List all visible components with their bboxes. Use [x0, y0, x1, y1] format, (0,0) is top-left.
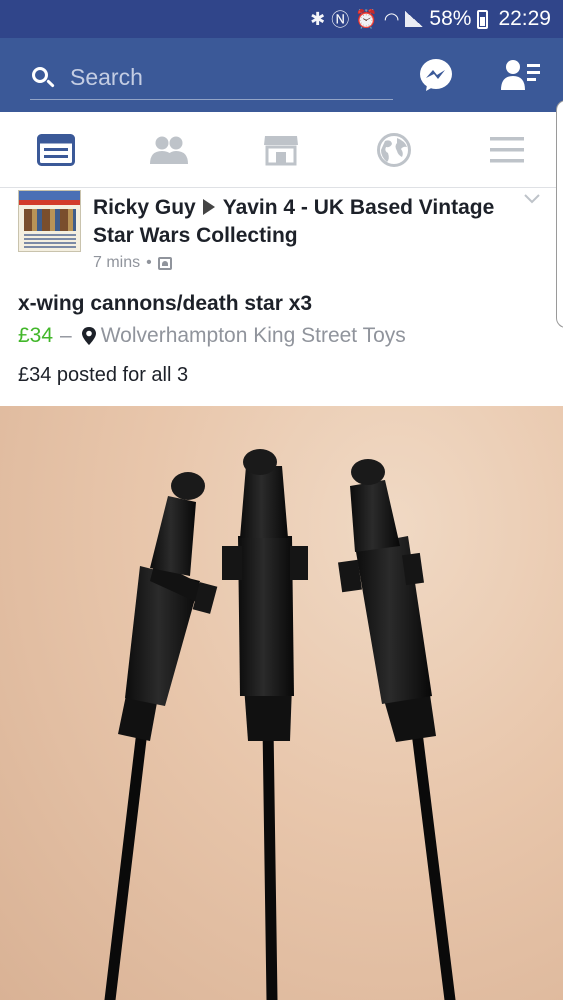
nfc-icon: Ⓝ — [331, 10, 350, 30]
alarm-icon: ⏰ — [355, 8, 378, 29]
friend-requests-icon[interactable] — [500, 58, 542, 92]
cannons-photo — [104, 449, 456, 1000]
app-header — [0, 38, 563, 112]
post-text: £34 posted for all 3 — [18, 364, 189, 386]
tab-menu[interactable] — [450, 112, 563, 187]
item-price: £34 — [18, 324, 54, 347]
cannon-left — [104, 472, 218, 1000]
post-meta: 7 mins • — [93, 254, 172, 272]
search-bar[interactable] — [30, 56, 393, 100]
news-feed-icon — [37, 133, 76, 166]
item-photo[interactable] — [0, 406, 563, 1000]
price-dash: – — [60, 324, 72, 347]
tab-news-feed[interactable] — [0, 112, 113, 187]
wifi-icon: ◠ — [383, 8, 400, 29]
status-bar: ✱ Ⓝ ⏰ ◠ 58% 22:29 — [0, 0, 563, 38]
price-location-row: £34 – Wolverhampton King Street Toys — [18, 324, 406, 348]
side-panel-handle[interactable] — [556, 100, 563, 328]
tab-friends[interactable] — [113, 112, 226, 187]
nav-tabs — [0, 112, 563, 188]
search-icon — [30, 65, 56, 91]
marketplace-post: Ricky Guy Yavin 4 - UK Based Vintage Star… — [0, 188, 563, 406]
bluetooth-icon: ✱ — [310, 8, 326, 29]
item-title: x-wing cannons/death star x3 — [18, 292, 313, 315]
chevron-down-icon[interactable] — [523, 192, 541, 206]
group-privacy-icon — [157, 256, 172, 270]
tab-notifications[interactable] — [338, 112, 451, 187]
battery-icon — [477, 9, 489, 29]
menu-icon — [489, 136, 524, 162]
marketplace-icon — [264, 135, 299, 165]
messenger-icon[interactable] — [418, 58, 454, 92]
signal-icon — [405, 11, 424, 27]
clock: 22:29 — [498, 7, 551, 30]
globe-icon — [377, 132, 412, 167]
post-header: Ricky Guy Yavin 4 - UK Based Vintage Star… — [93, 194, 513, 250]
arrow-right-icon — [202, 199, 215, 215]
post-time[interactable]: 7 mins — [93, 254, 140, 272]
group-thumbnail[interactable] — [18, 190, 81, 252]
location-pin-icon — [81, 327, 96, 345]
cannon-middle — [222, 449, 308, 1000]
item-location[interactable]: Wolverhampton King Street Toys — [101, 324, 406, 348]
meta-separator: • — [146, 254, 152, 271]
friends-icon — [149, 136, 188, 164]
author-name[interactable]: Ricky Guy — [93, 196, 196, 219]
cannon-right — [338, 459, 456, 1000]
search-input[interactable] — [70, 64, 370, 91]
tab-marketplace[interactable] — [225, 112, 338, 187]
battery-percent: 58% — [429, 7, 472, 30]
